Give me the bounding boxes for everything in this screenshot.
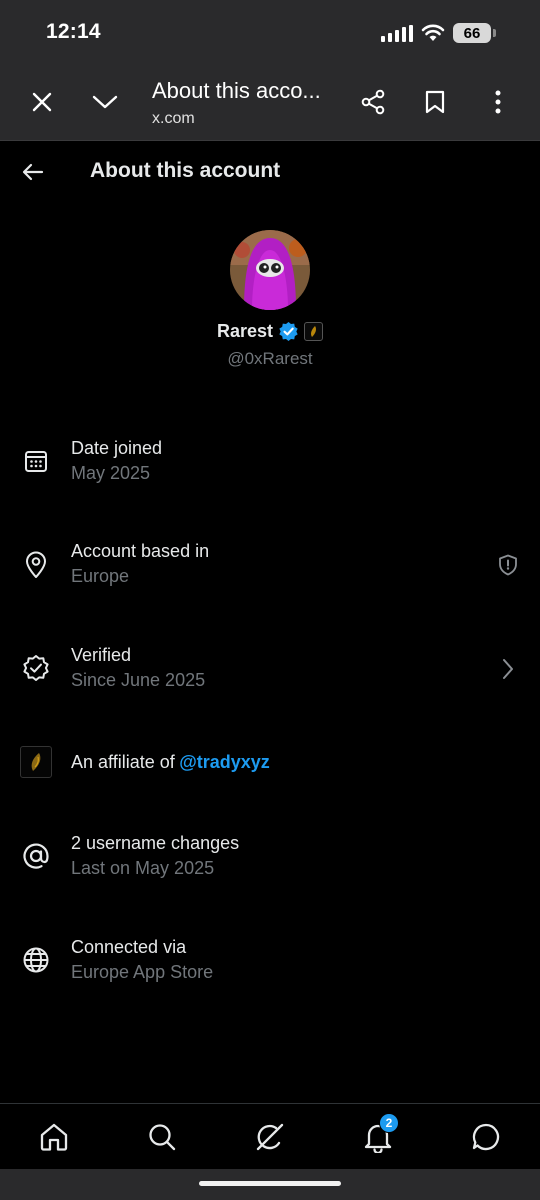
cellular-signal-icon (381, 24, 413, 42)
share-icon (361, 89, 385, 115)
more-vertical-icon (495, 90, 501, 114)
info-row-connected-via: Connected via Europe App Store (0, 936, 540, 996)
info-row-date-joined: Date joined May 2025 (0, 437, 540, 497)
chevron-down-icon (92, 95, 118, 109)
browser-page-title: About this acco... (152, 78, 321, 103)
home-indicator[interactable] (199, 1181, 341, 1186)
location-pin-icon (20, 549, 52, 581)
bookmark-icon (425, 90, 445, 114)
wifi-icon (421, 24, 445, 41)
verified-label: Verified (71, 645, 132, 665)
status-time: 12:14 (46, 20, 101, 43)
account-based-in-label: Account based in (71, 541, 210, 561)
nav-home-button[interactable] (35, 1118, 73, 1156)
app-header: About this account (0, 141, 540, 201)
back-button[interactable] (16, 155, 50, 189)
battery-icon: 66 (453, 23, 496, 43)
at-sign-icon (20, 840, 52, 872)
verified-badge-icon[interactable] (278, 321, 299, 342)
nav-messages-button[interactable] (467, 1118, 505, 1156)
shield-info-icon[interactable] (496, 553, 520, 577)
nav-search-button[interactable] (143, 1118, 181, 1156)
date-joined-label: Date joined (71, 438, 163, 458)
info-row-verified[interactable]: Verified Since June 2025 (0, 644, 540, 704)
search-icon (149, 1124, 176, 1151)
browser-url[interactable]: x.com (152, 110, 195, 128)
page-title: About this account (90, 159, 281, 182)
chat-bubble-icon (472, 1123, 500, 1151)
browser-toolbar: About this acco... x.com (0, 62, 540, 141)
battery-level: 66 (453, 23, 491, 43)
minimize-button[interactable] (87, 84, 123, 120)
affiliate-prefix: An affiliate of (71, 752, 175, 772)
status-bar: 12:14 66 (0, 0, 540, 62)
globe-icon (20, 944, 52, 976)
close-icon (32, 92, 52, 112)
username-changes-value: Last on May 2025 (71, 858, 215, 878)
profile-name-row: Rarest (0, 321, 540, 342)
notifications-count-badge: 2 (379, 1113, 399, 1133)
connected-via-label: Connected via (71, 937, 187, 957)
close-tab-button[interactable] (24, 84, 60, 120)
verified-value: Since June 2025 (71, 670, 206, 690)
bottom-nav (0, 1103, 540, 1169)
share-button[interactable] (355, 84, 391, 120)
chevron-right-icon (496, 657, 520, 681)
connected-via-value: Europe App Store (71, 962, 214, 982)
home-icon (40, 1123, 68, 1151)
affiliate-badge-icon[interactable] (304, 322, 324, 341)
affiliate-handle-link[interactable]: @tradyxyz (179, 752, 270, 772)
nav-grok-button[interactable] (251, 1118, 289, 1156)
affiliate-logo-icon[interactable] (20, 746, 52, 778)
display-name: Rarest (216, 321, 274, 341)
profile-handle: @0xRarest (227, 349, 313, 368)
date-joined-value: May 2025 (71, 463, 151, 483)
account-based-in-value: Europe (71, 566, 130, 586)
avatar[interactable] (230, 230, 310, 310)
bookmark-button[interactable] (417, 84, 453, 120)
more-options-button[interactable] (480, 84, 516, 120)
info-row-affiliate: An affiliate of @tradyxyz (0, 740, 540, 800)
status-indicators: 66 (381, 21, 496, 45)
username-changes-label: 2 username changes (71, 833, 240, 853)
info-row-username-changes: 2 username changes Last on May 2025 (0, 832, 540, 892)
home-indicator-area (0, 1169, 540, 1200)
info-row-account-based-in: Account based in Europe (0, 540, 540, 600)
calendar-icon (20, 445, 52, 477)
arrow-left-icon (22, 163, 44, 181)
verified-outline-icon (20, 652, 52, 684)
grok-icon (256, 1123, 284, 1151)
